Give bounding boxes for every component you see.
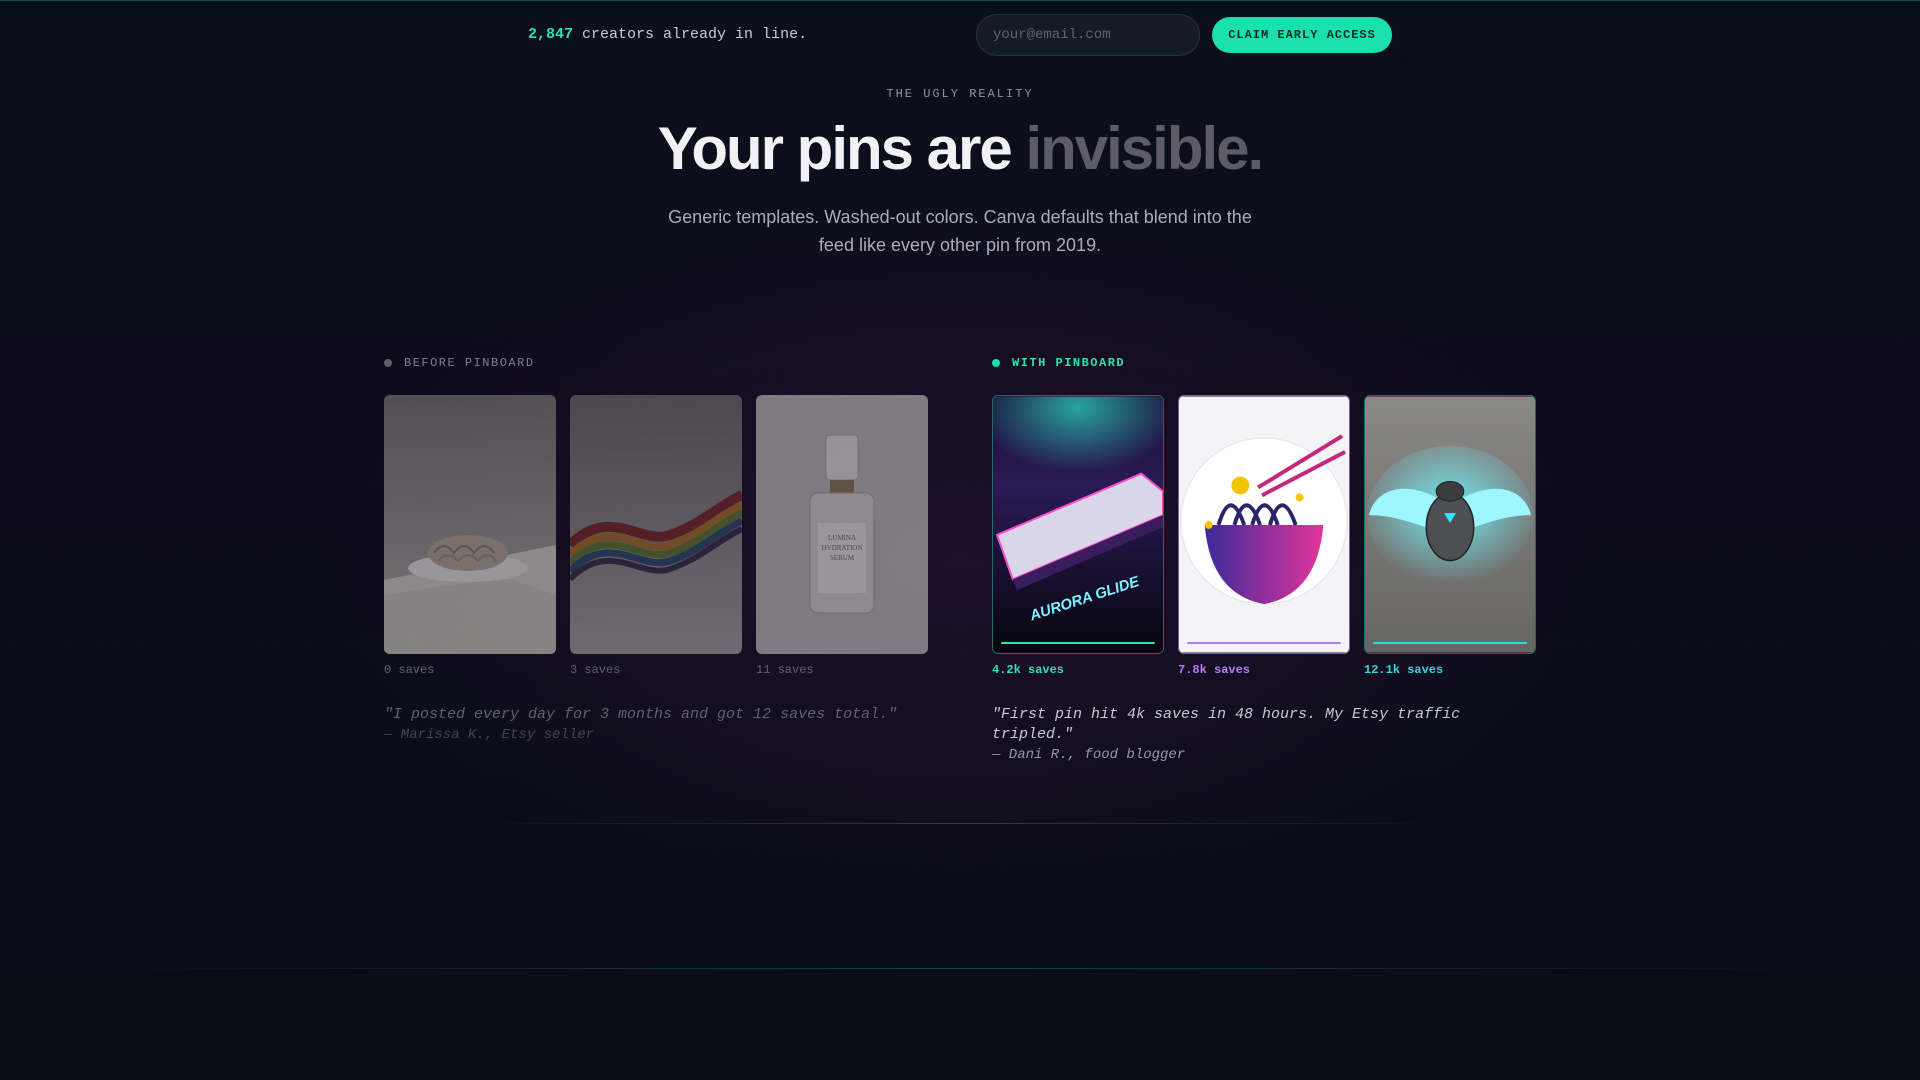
hero-subtitle: Generic templates. Washed-out colors. Ca… (668, 207, 1252, 255)
pin-saves-count: 3 saves (570, 663, 621, 677)
pin-saves-count: 7.8k saves (1178, 663, 1251, 677)
page-headline: Your pins are invisible. (0, 113, 1920, 185)
serum-label-line1: LUMINA (828, 534, 856, 542)
landing-page: 2,847 creators already in line. CLAIM EA… (0, 0, 1920, 1080)
pin-plate-of-noodles[interactable] (384, 395, 556, 654)
headline-dim: invisible. (1025, 115, 1264, 182)
rainbow-wave-image (570, 395, 742, 654)
section-eyebrow: THE UGLY REALITY (886, 87, 1034, 101)
email-input[interactable] (976, 14, 1200, 56)
pin-accent-bar (1187, 642, 1341, 644)
after-testimonial: "First pin hit 4k saves in 48 hours. My … (992, 705, 1536, 765)
pin-glowing-scarab[interactable] (1364, 395, 1536, 654)
section-divider (90, 968, 1830, 969)
after-saves: 4.2k saves 7.8k saves 12.1k saves (992, 663, 1536, 681)
pin-saves-count: 12.1k saves (1364, 663, 1444, 677)
headline-main: Your pins are (657, 115, 1026, 182)
waitlist-text: creators already in line. (582, 26, 808, 43)
serum-label-line3: SERUM (830, 554, 855, 562)
pin-accent-bar (1001, 642, 1155, 644)
pin-neon-keyboard[interactable]: AURORA GLIDE (992, 395, 1164, 654)
pin-rainbow-glass-wave[interactable] (570, 395, 742, 654)
before-column: BEFORE PINBOARD LUMINA HYDRATION SERUM 0… (384, 353, 928, 745)
ramen-bowl-image (1179, 396, 1349, 653)
section-divider (460, 823, 1460, 824)
before-saves: 0 saves 3 saves 11 saves (384, 663, 928, 681)
waitlist-counter: 2,847 creators already in line. (528, 26, 807, 43)
pin-saves-count: 4.2k saves (992, 663, 1065, 677)
serum-label-line2: HYDRATION (822, 544, 863, 552)
after-column: WITH PINBOARD AURORA GLIDE 4.2k saves 7.… (992, 353, 1536, 765)
after-label-text: WITH PINBOARD (1012, 356, 1126, 370)
testimonial-attribution: — Dani R., food blogger (992, 747, 1186, 763)
testimonial-quote: "First pin hit 4k saves in 48 hours. My … (992, 706, 1461, 743)
pin-accent-bar (1373, 642, 1527, 644)
after-pins: AURORA GLIDE (992, 395, 1536, 655)
top-bar: 2,847 creators already in line. CLAIM EA… (0, 14, 1920, 56)
serum-bottle-image: LUMINA HYDRATION SERUM (756, 395, 928, 654)
before-testimonial: "I posted every day for 3 months and got… (384, 705, 928, 745)
pin-serum-bottle[interactable]: LUMINA HYDRATION SERUM (756, 395, 928, 654)
scarab-image (1365, 396, 1535, 653)
status-dot (384, 359, 392, 367)
waitlist-count: 2,847 (528, 26, 574, 43)
status-dot (992, 359, 1000, 367)
pin-ramen-bowl-sticker[interactable] (1178, 395, 1350, 654)
before-label-text: BEFORE PINBOARD (404, 356, 535, 370)
before-pins: LUMINA HYDRATION SERUM (384, 395, 928, 655)
testimonial-quote: "I posted every day for 3 months and got… (384, 706, 898, 723)
claim-early-access-button[interactable]: CLAIM EARLY ACCESS (1212, 17, 1392, 53)
before-label: BEFORE PINBOARD (384, 353, 928, 373)
noodles-image (384, 395, 556, 654)
pin-saves-count: 11 saves (756, 663, 814, 677)
after-label: WITH PINBOARD (992, 353, 1536, 373)
neon-keyboard-image: AURORA GLIDE (993, 396, 1163, 653)
testimonial-attribution: — Marissa K., Etsy seller (384, 727, 595, 743)
pin-saves-count: 0 saves (384, 663, 435, 677)
